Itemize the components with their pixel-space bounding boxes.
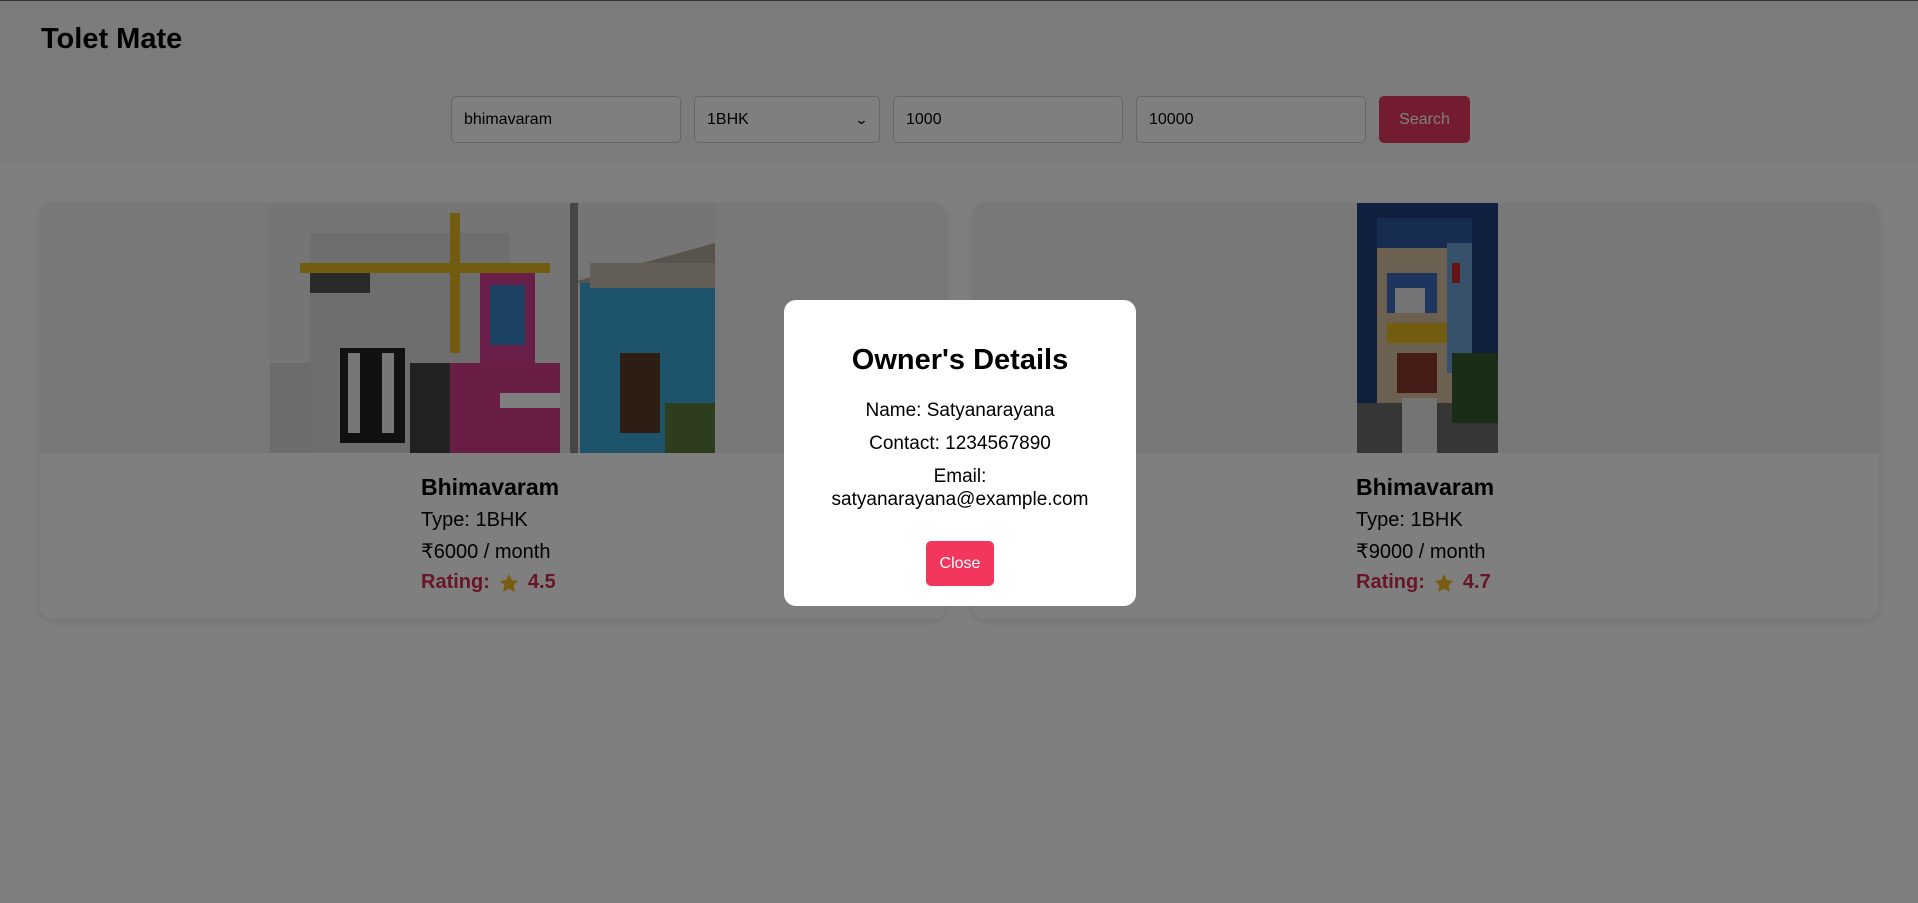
owner-email: Email: satyanarayana@example.com bbox=[784, 465, 1136, 511]
owner-name: Name: Satyanarayana bbox=[865, 400, 1055, 421]
owner-email-value: satyanarayana@example.com bbox=[831, 489, 1089, 510]
owner-details-modal: Owner's Details Name: Satyanarayana Cont… bbox=[784, 300, 1136, 606]
owner-contact: Contact: 1234567890 bbox=[869, 433, 1051, 454]
owner-email-label: Email: bbox=[933, 466, 987, 487]
close-button[interactable]: Close bbox=[926, 541, 994, 586]
modal-title: Owner's Details bbox=[851, 344, 1069, 376]
